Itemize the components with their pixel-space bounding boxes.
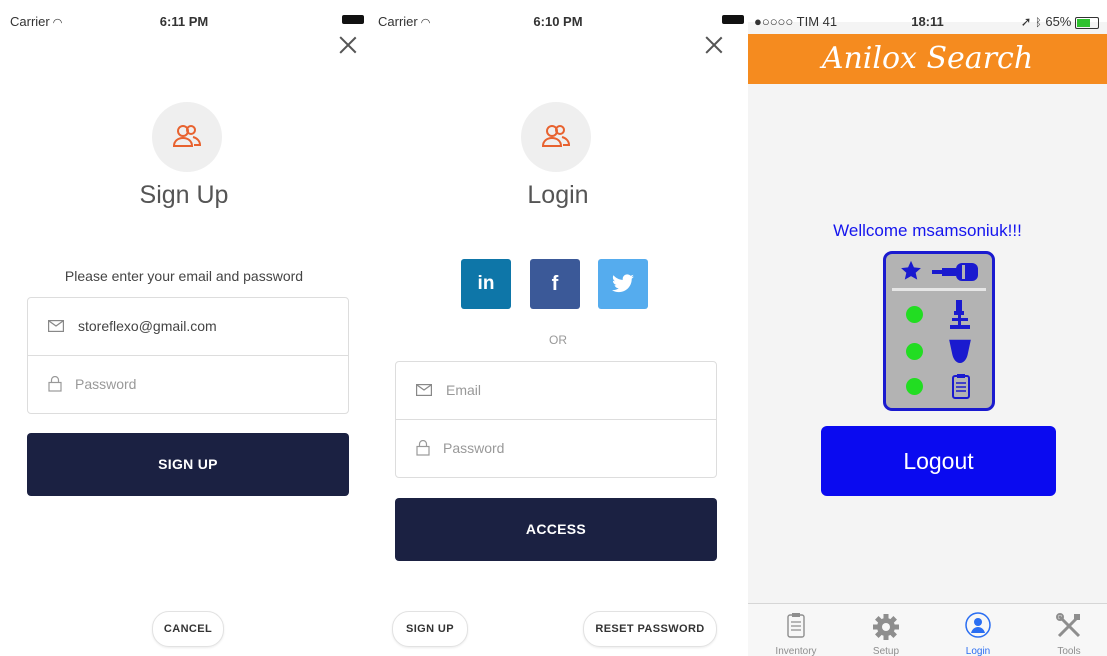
email-value: storeflexo@gmail.com: [78, 318, 217, 334]
mail-icon: [48, 320, 64, 332]
clipboard-icon: [787, 613, 805, 638]
page-title: Sign Up: [139, 181, 229, 209]
tab-tools[interactable]: Tools: [1029, 604, 1107, 656]
tab-label: Setup: [872, 646, 900, 656]
microscope-icon: [950, 300, 970, 329]
password-field[interactable]: Password: [396, 419, 716, 477]
mail-icon: [416, 384, 432, 396]
app-title: Anilox Search: [821, 41, 1034, 76]
app-logo: [883, 251, 995, 411]
star-icon: [901, 260, 921, 280]
password-field[interactable]: Password: [28, 355, 348, 413]
reset-password-button[interactable]: RESET PASSWORD: [583, 611, 717, 647]
divider: [892, 288, 986, 291]
app-banner: Anilox Search: [748, 34, 1107, 84]
tab-label: Inventory: [775, 646, 817, 656]
email-field[interactable]: storeflexo@gmail.com: [28, 298, 348, 355]
tab-inventory[interactable]: Inventory: [756, 604, 836, 656]
logout-button[interactable]: Logout: [821, 426, 1056, 496]
status-time: 6:11 PM: [159, 14, 209, 29]
email-placeholder: Email: [446, 382, 482, 398]
signup-screen: Carrier ◠ 6:11 PM Sign Up Please enter yo…: [0, 0, 368, 656]
users-icon: [541, 125, 571, 147]
avatar: [521, 102, 591, 172]
lock-icon: [416, 440, 430, 456]
status-bar: Carrier ◠ 6:11 PM: [0, 0, 368, 40]
welcome-message: Wellcome msamsoniuk!!!: [833, 221, 1022, 240]
battery-icon: [342, 15, 364, 24]
instructions-text: Please enter your email and password: [64, 268, 304, 284]
facebook-button[interactable]: f: [530, 259, 580, 309]
access-button[interactable]: ACCESS: [395, 498, 717, 561]
lock-icon: [48, 376, 62, 392]
anilox-screen: ●○○○○ TIM 41 18:11 ➚ ᛒ 65% Anilox Search…: [748, 0, 1107, 656]
tab-bar: Inventory Setup Login Tools: [748, 603, 1107, 656]
twitter-button[interactable]: [598, 259, 648, 309]
cup-icon: [949, 338, 971, 363]
close-icon[interactable]: [701, 32, 727, 58]
roller-icon: [932, 263, 978, 281]
credentials-form: Email Password: [395, 361, 717, 478]
status-dot: [906, 343, 923, 360]
twitter-icon: [612, 274, 634, 293]
cancel-button[interactable]: CANCEL: [152, 611, 224, 647]
tab-login[interactable]: Login: [938, 604, 1018, 656]
signup-link-button[interactable]: SIGN UP: [392, 611, 468, 647]
bluetooth-icon: ᛒ: [1035, 17, 1042, 29]
status-dot: [906, 378, 923, 395]
status-time: 6:10 PM: [533, 14, 583, 29]
gear-icon: [873, 614, 899, 640]
avatar: [152, 102, 222, 172]
page-title: Login: [527, 181, 589, 209]
signup-button[interactable]: SIGN UP: [27, 433, 349, 496]
location-icon: ➚: [1020, 14, 1032, 29]
user-icon: [965, 612, 991, 638]
tools-icon: [1056, 613, 1081, 638]
battery-icon: [1075, 16, 1099, 29]
battery-percent: 65%: [1045, 14, 1072, 29]
linkedin-icon: in: [477, 273, 495, 294]
users-icon: [172, 125, 202, 147]
close-icon[interactable]: [335, 32, 361, 58]
or-divider: OR: [549, 333, 567, 347]
linkedin-button[interactable]: in: [461, 259, 511, 309]
status-bar: ●○○○○ TIM 41 18:11 ➚ ᛒ 65%: [748, 0, 1107, 29]
email-field[interactable]: Email: [396, 362, 716, 419]
password-placeholder: Password: [443, 440, 505, 456]
status-bar: Carrier ◠ 6:10 PM: [368, 0, 748, 40]
status-dot: [906, 306, 923, 323]
clipboard-icon: [952, 374, 970, 399]
tab-setup[interactable]: Setup: [846, 604, 926, 656]
login-screen: Carrier ◠ 6:10 PM Login in f OR Email Pas…: [368, 0, 748, 656]
tab-label: Login: [965, 646, 991, 656]
credentials-form: storeflexo@gmail.com Password: [27, 297, 349, 414]
tab-label: Tools: [1057, 646, 1081, 656]
password-placeholder: Password: [75, 376, 137, 392]
battery-icon: [722, 15, 744, 24]
facebook-icon: f: [551, 273, 559, 295]
